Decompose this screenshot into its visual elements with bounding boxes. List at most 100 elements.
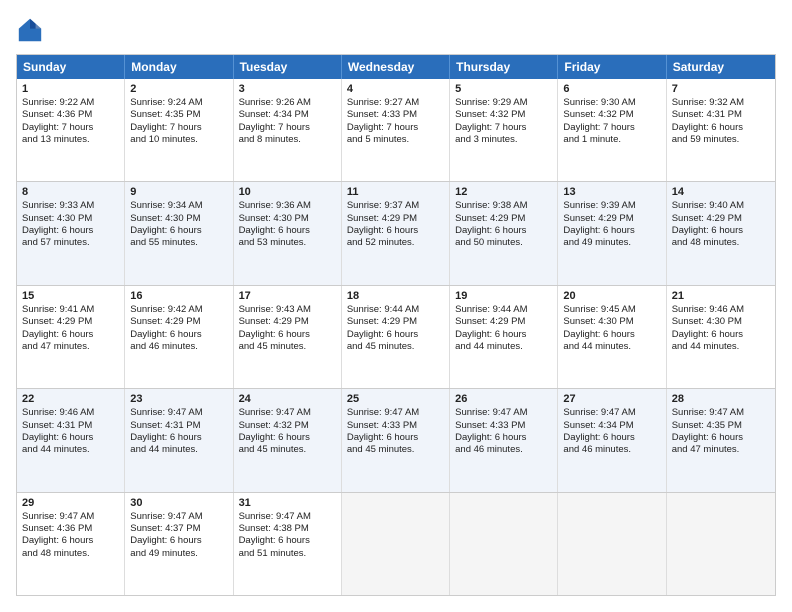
cell-info-line: Sunset: 4:30 PM — [563, 316, 660, 328]
cell-info-line: Sunset: 4:38 PM — [239, 523, 336, 535]
cell-info-line: Sunrise: 9:47 AM — [239, 511, 336, 523]
day-cell-9: 9Sunrise: 9:34 AMSunset: 4:30 PMDaylight… — [125, 182, 233, 284]
cell-info-line: Daylight: 6 hours — [563, 225, 660, 237]
day-cell-4: 4Sunrise: 9:27 AMSunset: 4:33 PMDaylight… — [342, 79, 450, 181]
header-day-tuesday: Tuesday — [234, 55, 342, 79]
day-number: 6 — [563, 83, 660, 95]
cell-info-line: Sunset: 4:36 PM — [22, 523, 119, 535]
day-number: 21 — [672, 290, 770, 302]
day-number: 10 — [239, 186, 336, 198]
cell-info-line: Sunset: 4:29 PM — [347, 316, 444, 328]
cell-info-line: Sunrise: 9:44 AM — [347, 304, 444, 316]
day-cell-23: 23Sunrise: 9:47 AMSunset: 4:31 PMDayligh… — [125, 389, 233, 491]
cell-info-line: and 47 minutes. — [672, 444, 770, 456]
cell-info-line: Sunrise: 9:46 AM — [22, 407, 119, 419]
cell-info-line: Daylight: 7 hours — [455, 122, 552, 134]
cell-info-line: Sunset: 4:31 PM — [672, 109, 770, 121]
day-number: 17 — [239, 290, 336, 302]
cell-info-line: and 5 minutes. — [347, 134, 444, 146]
day-cell-2: 2Sunrise: 9:24 AMSunset: 4:35 PMDaylight… — [125, 79, 233, 181]
cell-info-line: Daylight: 6 hours — [130, 535, 227, 547]
calendar-header: SundayMondayTuesdayWednesdayThursdayFrid… — [17, 55, 775, 79]
cell-info-line: and 45 minutes. — [347, 444, 444, 456]
cell-info-line: Daylight: 6 hours — [347, 225, 444, 237]
day-number: 20 — [563, 290, 660, 302]
cell-info-line: Sunset: 4:30 PM — [22, 213, 119, 225]
day-cell-6: 6Sunrise: 9:30 AMSunset: 4:32 PMDaylight… — [558, 79, 666, 181]
cell-info-line: Sunrise: 9:46 AM — [672, 304, 770, 316]
calendar-row-3: 15Sunrise: 9:41 AMSunset: 4:29 PMDayligh… — [17, 285, 775, 388]
header-day-friday: Friday — [558, 55, 666, 79]
cell-info-line: Daylight: 6 hours — [239, 225, 336, 237]
cell-info-line: Daylight: 6 hours — [455, 225, 552, 237]
cell-info-line: Daylight: 6 hours — [672, 329, 770, 341]
cell-info-line: and 44 minutes. — [22, 444, 119, 456]
cell-info-line: Sunset: 4:29 PM — [130, 316, 227, 328]
cell-info-line: Daylight: 6 hours — [672, 122, 770, 134]
cell-info-line: and 45 minutes. — [347, 341, 444, 353]
cell-info-line: and 55 minutes. — [130, 237, 227, 249]
logo-icon — [16, 16, 44, 44]
cell-info-line: Daylight: 7 hours — [347, 122, 444, 134]
cell-info-line: Daylight: 7 hours — [239, 122, 336, 134]
cell-info-line: Sunset: 4:30 PM — [239, 213, 336, 225]
day-cell-17: 17Sunrise: 9:43 AMSunset: 4:29 PMDayligh… — [234, 286, 342, 388]
day-cell-11: 11Sunrise: 9:37 AMSunset: 4:29 PMDayligh… — [342, 182, 450, 284]
day-number: 9 — [130, 186, 227, 198]
cell-info-line: Sunset: 4:32 PM — [455, 109, 552, 121]
day-number: 25 — [347, 393, 444, 405]
day-cell-19: 19Sunrise: 9:44 AMSunset: 4:29 PMDayligh… — [450, 286, 558, 388]
empty-cell-4-4 — [450, 493, 558, 595]
cell-info-line: Sunset: 4:33 PM — [347, 420, 444, 432]
cell-info-line: Daylight: 6 hours — [563, 329, 660, 341]
cell-info-line: Daylight: 6 hours — [239, 329, 336, 341]
header-day-saturday: Saturday — [667, 55, 775, 79]
cell-info-line: Sunrise: 9:30 AM — [563, 97, 660, 109]
cell-info-line: Daylight: 6 hours — [455, 432, 552, 444]
cell-info-line: and 49 minutes. — [563, 237, 660, 249]
day-number: 31 — [239, 497, 336, 509]
cell-info-line: Sunrise: 9:29 AM — [455, 97, 552, 109]
day-number: 3 — [239, 83, 336, 95]
cell-info-line: and 46 minutes. — [455, 444, 552, 456]
cell-info-line: Sunset: 4:31 PM — [130, 420, 227, 432]
cell-info-line: and 48 minutes. — [672, 237, 770, 249]
cell-info-line: Sunrise: 9:47 AM — [22, 511, 119, 523]
cell-info-line: Sunrise: 9:33 AM — [22, 200, 119, 212]
cell-info-line: Daylight: 6 hours — [455, 329, 552, 341]
day-cell-16: 16Sunrise: 9:42 AMSunset: 4:29 PMDayligh… — [125, 286, 233, 388]
cell-info-line: and 13 minutes. — [22, 134, 119, 146]
cell-info-line: Daylight: 6 hours — [130, 432, 227, 444]
cell-info-line: Sunset: 4:30 PM — [130, 213, 227, 225]
cell-info-line: Sunrise: 9:26 AM — [239, 97, 336, 109]
day-cell-27: 27Sunrise: 9:47 AMSunset: 4:34 PMDayligh… — [558, 389, 666, 491]
logo — [16, 16, 48, 44]
day-cell-21: 21Sunrise: 9:46 AMSunset: 4:30 PMDayligh… — [667, 286, 775, 388]
day-cell-8: 8Sunrise: 9:33 AMSunset: 4:30 PMDaylight… — [17, 182, 125, 284]
cell-info-line: Daylight: 7 hours — [22, 122, 119, 134]
empty-cell-4-5 — [558, 493, 666, 595]
cell-info-line: Sunset: 4:29 PM — [455, 213, 552, 225]
day-cell-31: 31Sunrise: 9:47 AMSunset: 4:38 PMDayligh… — [234, 493, 342, 595]
cell-info-line: and 8 minutes. — [239, 134, 336, 146]
cell-info-line: and 45 minutes. — [239, 444, 336, 456]
cell-info-line: Sunrise: 9:42 AM — [130, 304, 227, 316]
cell-info-line: Sunrise: 9:43 AM — [239, 304, 336, 316]
day-cell-12: 12Sunrise: 9:38 AMSunset: 4:29 PMDayligh… — [450, 182, 558, 284]
day-number: 5 — [455, 83, 552, 95]
cell-info-line: Sunrise: 9:24 AM — [130, 97, 227, 109]
day-cell-24: 24Sunrise: 9:47 AMSunset: 4:32 PMDayligh… — [234, 389, 342, 491]
day-number: 1 — [22, 83, 119, 95]
cell-info-line: Sunset: 4:29 PM — [347, 213, 444, 225]
cell-info-line: and 10 minutes. — [130, 134, 227, 146]
day-cell-18: 18Sunrise: 9:44 AMSunset: 4:29 PMDayligh… — [342, 286, 450, 388]
day-number: 11 — [347, 186, 444, 198]
calendar-row-1: 1Sunrise: 9:22 AMSunset: 4:36 PMDaylight… — [17, 79, 775, 181]
cell-info-line: Daylight: 6 hours — [130, 329, 227, 341]
cell-info-line: and 51 minutes. — [239, 548, 336, 560]
cell-info-line: Sunset: 4:29 PM — [22, 316, 119, 328]
cell-info-line: Daylight: 6 hours — [22, 535, 119, 547]
cell-info-line: and 59 minutes. — [672, 134, 770, 146]
cell-info-line: and 44 minutes. — [672, 341, 770, 353]
day-number: 4 — [347, 83, 444, 95]
